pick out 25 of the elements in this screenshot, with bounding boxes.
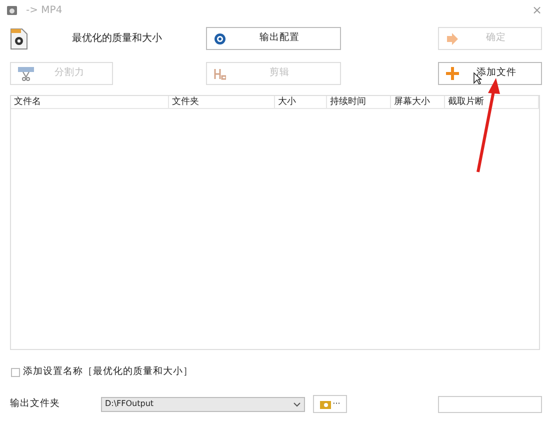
column-header[interactable]: 文件名 [11, 96, 169, 108]
column-header[interactable]: 截取片断 [445, 96, 539, 108]
folder-icon [320, 400, 331, 409]
output-folder-label: 输出文件夹 [10, 397, 61, 412]
plus-icon [446, 67, 459, 80]
column-header[interactable]: 大小 [275, 96, 327, 108]
toolbar-button[interactable]: 添加文件 [438, 62, 542, 85]
checkbox-label: 添加设置名称［最优化的质量和大小］ [23, 365, 193, 379]
arrow-right-icon [446, 32, 458, 44]
browse-button[interactable]: ··· [313, 395, 347, 414]
scissors-icon [18, 66, 34, 80]
column-header[interactable]: 屏幕大小 [391, 96, 445, 108]
chevron-down-icon [293, 402, 301, 407]
video-file-icon [10, 28, 28, 50]
disc-icon [214, 32, 226, 44]
column-header[interactable]: 文件夹 [169, 96, 275, 108]
app-icon [6, 4, 18, 16]
start-button[interactable] [438, 396, 542, 413]
output-folder-dropdown[interactable]: D:\FFOutput [101, 396, 305, 412]
preset-label: 最优化的质量和大小 [72, 32, 162, 46]
column-header[interactable]: 持续时间 [327, 96, 391, 108]
toolbar-button[interactable]: 输出配置 [206, 27, 341, 50]
window-title: -> MP4 [26, 4, 62, 18]
checkbox[interactable] [11, 368, 20, 377]
film-clip-icon [214, 68, 226, 80]
